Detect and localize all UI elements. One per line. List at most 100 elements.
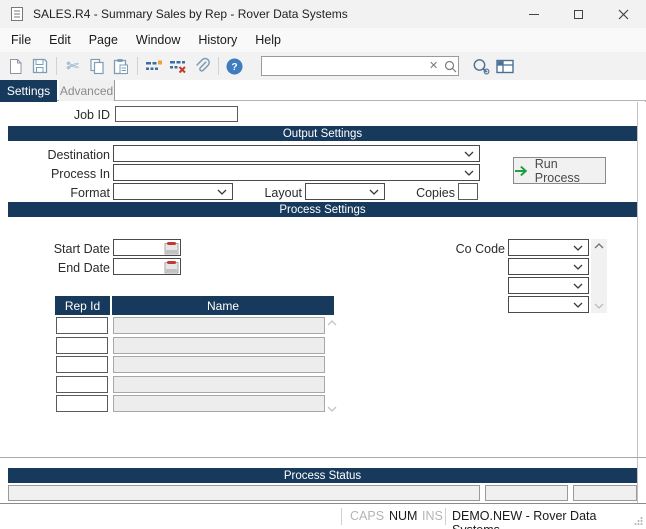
menu-history[interactable]: History [189, 28, 246, 52]
menu-bar: File Edit Page Window History Help [0, 28, 646, 52]
scroll-down-icon[interactable] [594, 303, 604, 309]
attachment-button[interactable] [190, 55, 213, 78]
rep-id-input-2[interactable] [56, 337, 108, 354]
section-divider [0, 457, 646, 458]
co-code-select-3[interactable] [508, 277, 589, 294]
paste-button[interactable] [109, 55, 132, 78]
process-settings-header: Process Settings [8, 202, 637, 217]
copies-field-wrap [458, 183, 478, 200]
rep-id-input-3[interactable] [56, 356, 108, 373]
minimize-button[interactable] [511, 0, 556, 28]
toolbar-separator [56, 57, 57, 75]
output-settings-header: Output Settings [8, 126, 637, 141]
rep-id-field[interactable] [57, 396, 107, 411]
tab-settings[interactable]: Settings [0, 80, 57, 102]
add-record-button[interactable] [142, 55, 165, 78]
process-status-header: Process Status [8, 468, 637, 483]
rep-id-input-1[interactable] [56, 317, 108, 334]
rep-id-input-5[interactable] [56, 395, 108, 412]
rep-name-field-5 [113, 395, 325, 412]
job-id-field-wrap [115, 106, 238, 122]
chevron-down-icon [464, 170, 474, 176]
calendar-icon [164, 260, 179, 274]
copies-input[interactable] [459, 184, 477, 199]
clear-search-icon[interactable]: ✕ [425, 61, 442, 72]
process-in-select[interactable] [113, 164, 480, 181]
copy-button[interactable] [85, 55, 108, 78]
format-select[interactable] [113, 183, 233, 200]
minimize-icon [529, 14, 539, 15]
delete-record-icon [169, 59, 187, 74]
chevron-down-icon [573, 264, 583, 270]
layout-panels-button[interactable] [493, 55, 516, 78]
destination-label: Destination [0, 148, 110, 162]
end-date-calendar-button[interactable] [163, 259, 180, 274]
destination-select[interactable] [113, 145, 480, 162]
layout-select[interactable] [305, 183, 385, 200]
help-button[interactable]: ? [223, 55, 246, 78]
new-document-icon [8, 58, 23, 75]
search-icon[interactable] [442, 60, 461, 73]
start-date-input[interactable] [114, 241, 163, 255]
job-id-input[interactable] [116, 107, 237, 121]
rep-id-field[interactable] [57, 357, 107, 372]
co-code-select-1[interactable] [508, 239, 589, 256]
start-date-calendar-button[interactable] [163, 240, 180, 255]
window-icon [9, 6, 25, 22]
rep-name-field-4 [113, 376, 325, 393]
rep-scroll-down-icon[interactable] [327, 406, 337, 412]
rep-name-field-1 [113, 317, 325, 334]
insert-mode-indicator: INS [422, 509, 443, 523]
co-code-label: Co Code [420, 242, 505, 256]
co-code-scrollbar[interactable] [591, 239, 607, 313]
chevron-down-icon [464, 151, 474, 157]
rep-id-field[interactable] [57, 318, 107, 333]
chevron-down-icon [573, 245, 583, 251]
rep-id-field[interactable] [57, 338, 107, 353]
co-code-select-2[interactable] [508, 258, 589, 275]
name-column-header: Name [112, 296, 334, 315]
menu-help[interactable]: Help [246, 28, 290, 52]
menu-file[interactable]: File [2, 28, 40, 52]
rep-scroll-up-icon[interactable] [327, 320, 337, 326]
save-button[interactable] [28, 55, 51, 78]
tab-strip: Settings Advanced [0, 80, 646, 101]
toolbar: ✄ [0, 52, 646, 80]
end-date-input[interactable] [114, 260, 163, 274]
rep-id-input-4[interactable] [56, 376, 108, 393]
statusbar-separator [445, 508, 446, 525]
scroll-up-icon[interactable] [594, 243, 604, 249]
start-date-label: Start Date [0, 242, 110, 256]
maximize-button[interactable] [556, 0, 601, 28]
caps-lock-indicator: CAPS [350, 509, 384, 523]
run-arrow-icon [514, 165, 528, 177]
new-document-button[interactable] [4, 55, 27, 78]
search-input[interactable] [262, 58, 425, 74]
menu-window[interactable]: Window [127, 28, 189, 52]
tab-advanced-label: Advanced [60, 84, 113, 98]
process-status-field-2 [485, 485, 568, 501]
rep-name-field-2 [113, 337, 325, 354]
status-bar: CAPS NUM INS DEMO.NEW - Rover Data Syste… [0, 504, 646, 529]
co-code-select-4[interactable] [508, 296, 589, 313]
menu-edit[interactable]: Edit [40, 28, 80, 52]
output-settings-title: Output Settings [283, 128, 362, 140]
rep-name-field-3 [113, 356, 325, 373]
tab-advanced[interactable]: Advanced [59, 80, 115, 101]
delete-record-button[interactable] [166, 55, 189, 78]
resize-grip[interactable] [633, 516, 643, 526]
run-process-button[interactable]: Run Process [513, 157, 606, 184]
find-record-button[interactable] [469, 55, 492, 78]
menu-page[interactable]: Page [80, 28, 127, 52]
close-button[interactable] [601, 0, 646, 28]
chevron-down-icon [573, 283, 583, 289]
toolbar-separator [218, 57, 219, 75]
format-label: Format [0, 186, 110, 200]
paste-icon [113, 58, 129, 75]
cut-button[interactable]: ✄ [61, 55, 84, 78]
window-title: SALES.R4 - Summary Sales by Rep - Rover … [33, 7, 348, 21]
process-settings-title: Process Settings [279, 204, 365, 216]
rep-id-field[interactable] [57, 377, 107, 392]
layout-label: Layout [222, 186, 302, 200]
maximize-icon [574, 10, 583, 19]
